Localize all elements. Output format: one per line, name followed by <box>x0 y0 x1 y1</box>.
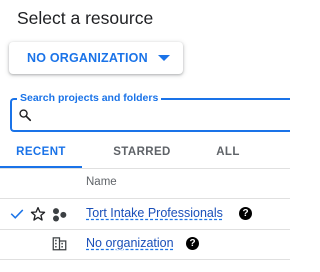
tab-recent[interactable]: RECENT <box>0 136 82 168</box>
checkmark-icon <box>10 209 24 219</box>
tab-starred[interactable]: STARRED <box>100 136 184 168</box>
search-field-label: Search projects and folders <box>17 92 162 104</box>
resource-name-link[interactable]: No organization <box>86 236 174 250</box>
organization-selector-button[interactable]: NO ORGANIZATION <box>9 42 183 74</box>
help-icon[interactable]: ? <box>186 237 199 250</box>
table-row[interactable]: No organization ? <box>0 229 290 259</box>
search-input[interactable] <box>38 104 278 126</box>
tabs-divider <box>0 168 290 169</box>
caret-down-icon <box>157 55 170 61</box>
resource-picker-dialog: Select a resource NO ORGANIZATION Search… <box>0 0 290 272</box>
project-icon <box>53 208 67 222</box>
row-divider <box>0 259 290 260</box>
column-header-name: Name <box>86 176 117 188</box>
table-row[interactable]: Tort Intake Professionals ? <box>0 199 290 229</box>
organization-selector-label: NO ORGANIZATION <box>27 51 148 65</box>
star-outline-icon[interactable] <box>30 206 46 222</box>
tab-bar: RECENT STARRED ALL <box>0 136 290 168</box>
organization-icon <box>52 237 67 251</box>
help-icon[interactable]: ? <box>239 207 252 220</box>
dialog-title: Select a resource <box>17 8 154 28</box>
resource-name-link[interactable]: Tort Intake Professionals <box>86 206 223 220</box>
search-icon <box>19 109 32 122</box>
tab-all[interactable]: ALL <box>200 136 256 168</box>
